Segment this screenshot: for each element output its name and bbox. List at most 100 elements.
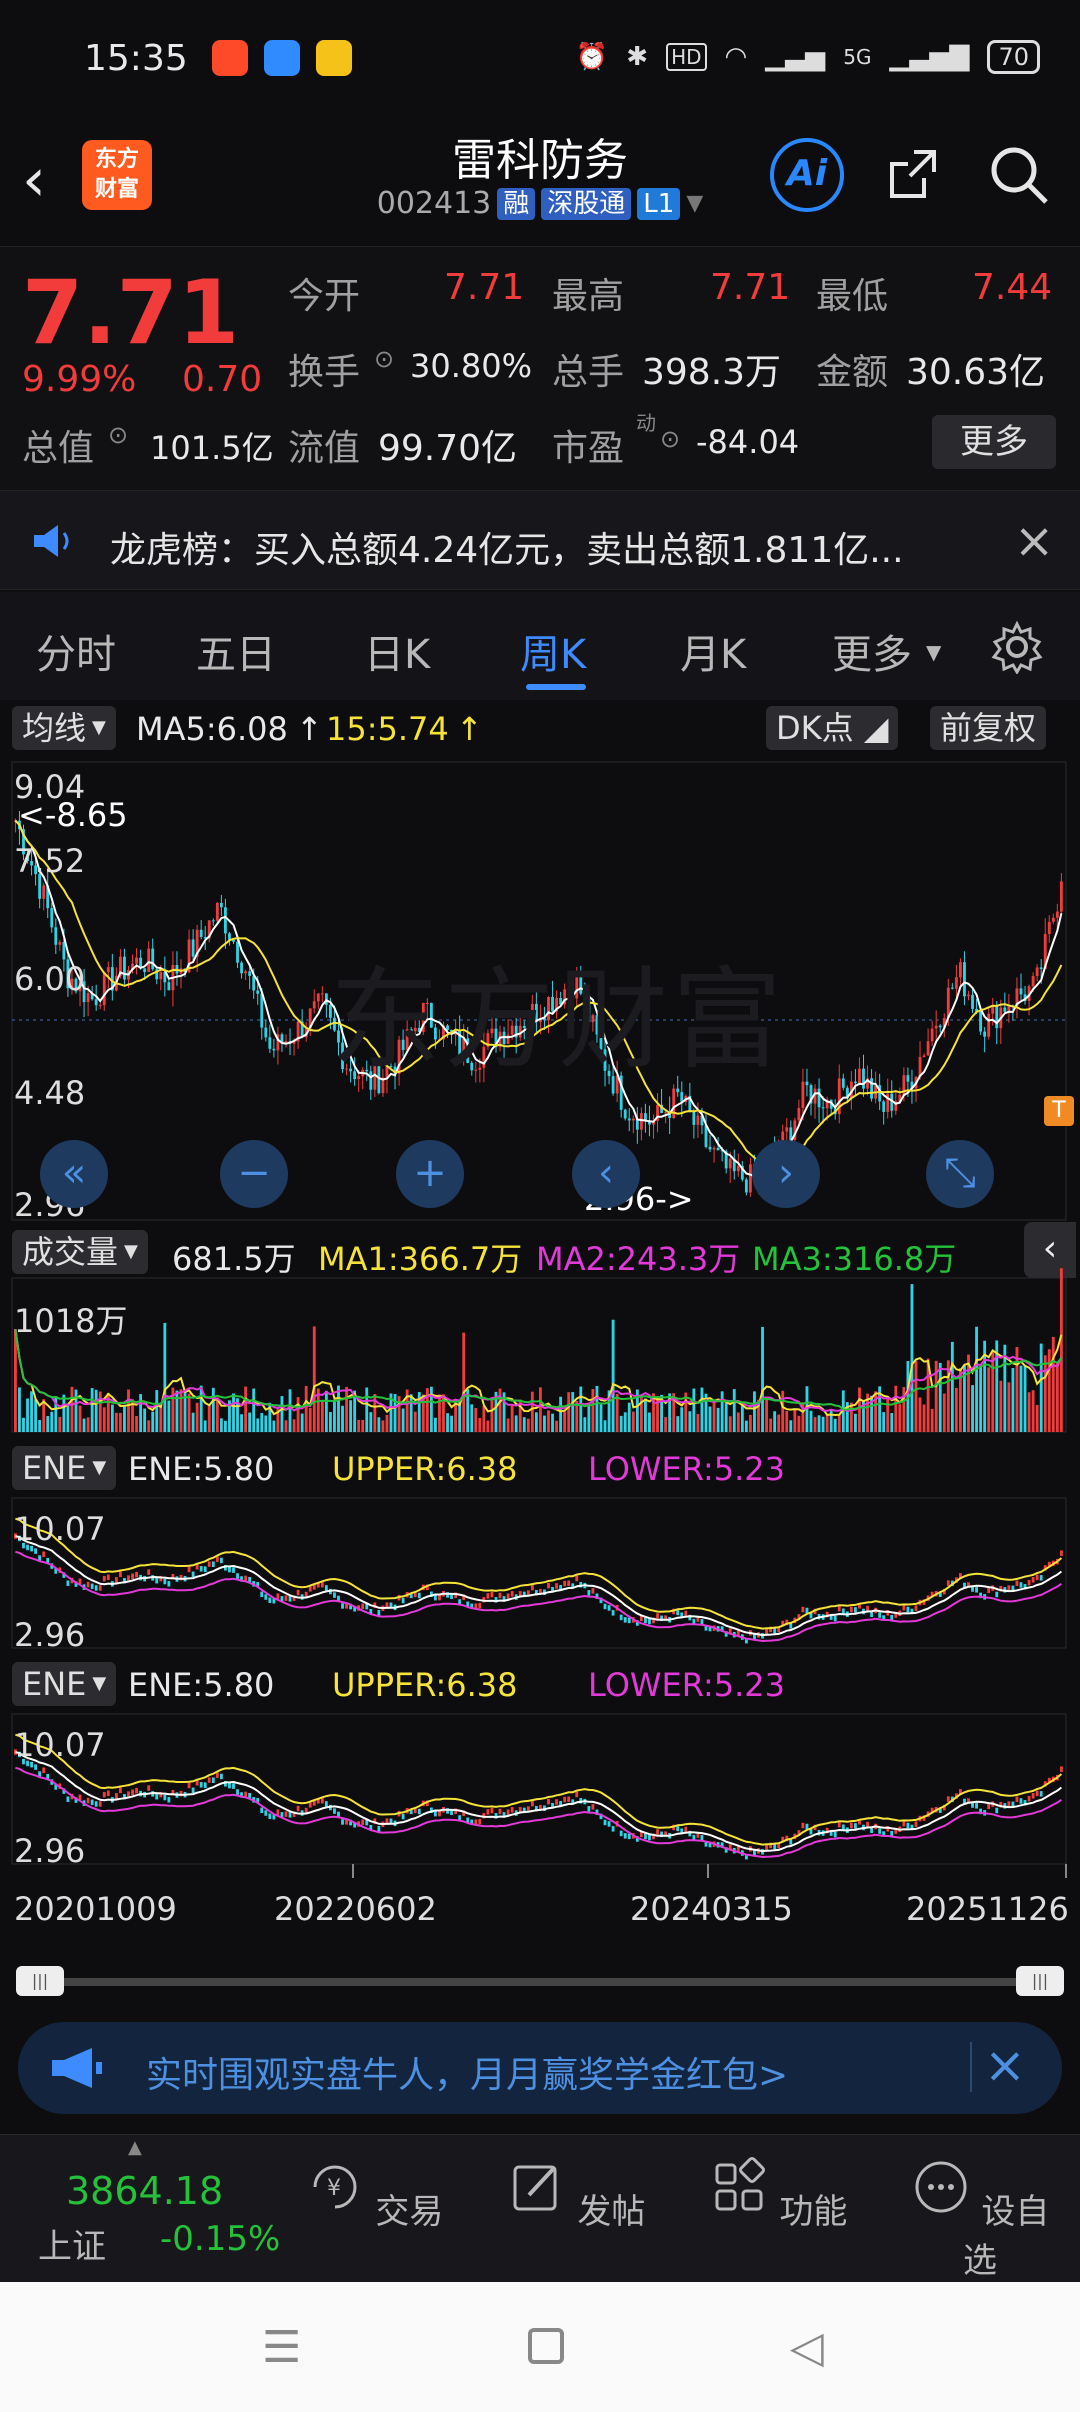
ene-y-max: 10.07: [14, 1726, 106, 1764]
post-button[interactable]: 发帖: [506, 2157, 646, 2233]
speaker-icon: [34, 525, 69, 557]
volume-bar: [94, 1389, 98, 1432]
ene-candle: [563, 1580, 567, 1587]
ene-candle: [870, 1827, 873, 1834]
float-value-label: 流值: [288, 428, 361, 469]
caret-down-icon[interactable]: ▼: [686, 191, 703, 216]
ene-candle: [361, 1603, 365, 1609]
volume-bar: [159, 1403, 163, 1432]
volume-bar: [559, 1396, 563, 1432]
ene-candle: [611, 1610, 615, 1616]
amount-value: 30.63亿: [906, 352, 1046, 393]
range-handle-left[interactable]: |||: [16, 1966, 64, 1996]
promo-text: 实时围观实盘牛人，月月赢奖学金红包>: [146, 2055, 789, 2096]
close-icon[interactable]: ×: [984, 2036, 1026, 2094]
kline-chart[interactable]: [0, 700, 1080, 1970]
notice-bar[interactable]: 龙虎榜：买入总额4.24亿元，卖出总额1.811亿... ×: [0, 490, 1080, 590]
volume-bar: [1027, 1392, 1031, 1432]
zoom-in-icon[interactable]: +: [396, 1140, 464, 1208]
candle-body: [854, 1081, 857, 1084]
volume-bar: [769, 1418, 773, 1432]
info-icon[interactable]: ⊙: [108, 421, 128, 449]
pe-dynamic-mark: 动: [636, 411, 656, 435]
stock-header: ‹ 东方财富 雷科防务 002413 融 深股通 L1 ▼ Ai: [0, 120, 1080, 240]
tab-five-day[interactable]: 五日: [196, 622, 276, 680]
add-watchlist-button[interactable]: 设自选: [910, 2157, 1050, 2282]
function-button[interactable]: 功能: [708, 2157, 848, 2233]
volume-bar: [1059, 1268, 1063, 1432]
tab-intraday[interactable]: 分时: [36, 622, 116, 680]
volume-bar: [728, 1416, 732, 1432]
candle-body: [995, 1005, 999, 1029]
close-icon[interactable]: ×: [1014, 513, 1054, 569]
tab-daily-k[interactable]: 日K: [364, 622, 430, 680]
volume-bar: [950, 1341, 954, 1432]
ene-candle: [296, 1589, 300, 1596]
index-change[interactable]: -0.15%: [160, 2219, 280, 2259]
scroll-left-fast-icon[interactable]: «: [40, 1140, 108, 1208]
volume-bar: [744, 1420, 748, 1432]
ene-candle: [127, 1791, 130, 1797]
ene-candle: [260, 1807, 264, 1814]
ene-candle: [563, 1796, 567, 1803]
fullscreen-icon[interactable]: ⤡: [926, 1140, 994, 1208]
clock: 15:35: [84, 38, 188, 79]
volume-bar: [385, 1414, 389, 1432]
settings-icon[interactable]: [990, 620, 1044, 674]
candle-body: [1047, 921, 1051, 934]
volume-bar: [30, 1391, 33, 1432]
tab-monthly-k[interactable]: 月K: [680, 622, 746, 680]
scroll-left-icon[interactable]: ‹: [572, 1140, 640, 1208]
share-icon[interactable]: [884, 144, 944, 204]
volume-bar: [292, 1419, 296, 1432]
scroll-right-icon[interactable]: ›: [752, 1140, 820, 1208]
zoom-out-icon[interactable]: −: [220, 1140, 288, 1208]
candle-body: [320, 993, 324, 995]
candle-body: [1055, 911, 1059, 918]
trade-button[interactable]: ¥ 交易: [304, 2157, 444, 2233]
ene-candle: [619, 1614, 623, 1621]
promo-banner[interactable]: 实时围观实盘牛人，月月赢奖学金红包> ×: [18, 2022, 1062, 2114]
candle-body: [797, 1107, 801, 1121]
ene-candle: [102, 1575, 106, 1582]
volume-bar: [890, 1413, 894, 1432]
volume-bar: [86, 1417, 90, 1432]
x-tick: 20240315: [630, 1890, 793, 1928]
volume-bar: [409, 1394, 413, 1432]
volume-bar: [563, 1411, 567, 1432]
tab-weekly-k[interactable]: 周K: [520, 622, 586, 680]
index-name[interactable]: 上证: [38, 2219, 106, 2268]
search-icon[interactable]: [986, 142, 1052, 208]
menu-icon[interactable]: ☰: [262, 2322, 301, 2373]
candle-body: [244, 971, 248, 974]
info-icon[interactable]: ⊙: [374, 345, 394, 373]
tab-more[interactable]: 更多: [832, 622, 912, 680]
volume-bar: [195, 1402, 199, 1432]
candle-body: [94, 999, 98, 1006]
back-nav-icon[interactable]: ◁: [790, 2322, 824, 2373]
more-button[interactable]: 更多: [932, 415, 1056, 469]
volume-bar: [70, 1386, 74, 1432]
candle-body: [963, 962, 966, 997]
ai-button[interactable]: Ai: [770, 138, 844, 212]
info-icon[interactable]: ⊙: [660, 425, 680, 453]
candle-body: [86, 993, 90, 1003]
ene-candle: [1031, 1577, 1035, 1583]
ene-candle: [135, 1787, 138, 1794]
volume-bar: [644, 1398, 647, 1432]
range-slider-track[interactable]: [20, 1978, 1060, 1986]
home-icon[interactable]: [528, 2328, 564, 2364]
ene-candle: [341, 1603, 344, 1609]
ene-candle: [167, 1581, 171, 1587]
volume-bar: [753, 1391, 756, 1432]
ene-candle: [438, 1810, 441, 1817]
range-handle-right[interactable]: |||: [1016, 1966, 1064, 1996]
volume-bar: [470, 1404, 474, 1432]
status-icons: ⏰ ✱ HD ◠ ▁▃▅ 5G ▁▃▅▇ 70: [576, 40, 1040, 74]
trade-marker[interactable]: T: [1044, 1096, 1074, 1126]
ene-candle: [276, 1593, 280, 1599]
volume-bar: [482, 1406, 486, 1432]
battery-icon: 70: [987, 40, 1040, 74]
ene-candle: [854, 1823, 857, 1829]
index-value[interactable]: 3864.18: [66, 2169, 223, 2213]
